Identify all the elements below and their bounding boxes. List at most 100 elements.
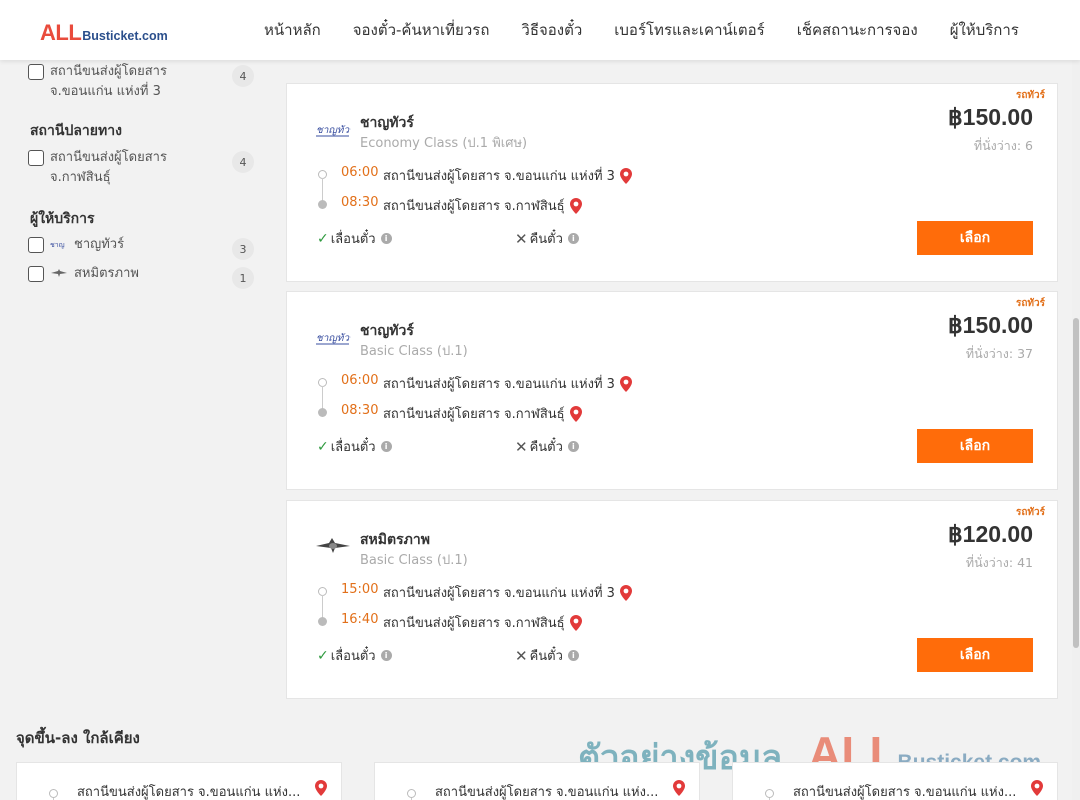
cross-icon: ✕: [515, 437, 528, 456]
map-pin-icon[interactable]: [569, 197, 582, 214]
nearby-stop-card[interactable]: สถานีขนส่งผู้โดยสาร จ.ขอนแก่น แห่ง...: [732, 762, 1058, 800]
operator-checkbox[interactable]: [28, 237, 44, 253]
depart-station-text: สถานีขนส่งผู้โดยสาร จ.ขอนแก่น แห่งที่ 3: [383, 377, 615, 392]
ticket-price: ฿150.00: [948, 104, 1033, 130]
arrive-station[interactable]: สถานีขนส่งผู้โดยสาร จ.กาฬสินธุ์: [383, 403, 582, 424]
info-icon[interactable]: i: [380, 650, 392, 661]
map-pin-icon[interactable]: [619, 584, 632, 601]
timeline-line: [322, 595, 323, 619]
select-trip-button[interactable]: เลือก: [917, 429, 1033, 463]
map-pin-icon[interactable]: [315, 780, 327, 796]
nav-book-search[interactable]: จองตั๋ว-ค้นหาเที่ยวรถ: [337, 18, 506, 42]
map-pin-icon[interactable]: [569, 614, 582, 631]
depart-station[interactable]: สถานีขนส่งผู้โดยสาร จ.ขอนแก่น แห่งที่ 3: [383, 373, 632, 394]
cross-icon: ✕: [515, 229, 528, 248]
nav-how-to-book[interactable]: วิธีจองตั๋ว: [505, 18, 598, 42]
arrive-time: 08:30: [341, 195, 379, 210]
nav-home[interactable]: หน้าหลัก: [248, 18, 337, 42]
depart-time: 15:00: [341, 582, 379, 597]
logo-rest-text: Busticket.com: [82, 29, 168, 43]
nav-operators[interactable]: ผู้ให้บริการ: [934, 18, 1035, 42]
info-icon[interactable]: i: [380, 233, 392, 244]
arrive-time: 16:40: [341, 612, 379, 627]
depart-station[interactable]: สถานีขนส่งผู้โดยสาร จ.ขอนแก่น แห่งที่ 3: [383, 165, 632, 186]
map-pin-icon[interactable]: [569, 405, 582, 422]
stop-dot-icon: [407, 789, 416, 798]
depart-time: 06:00: [341, 165, 379, 180]
refund-label: คืนตั๋ว: [529, 649, 563, 664]
page-scrollbar[interactable]: [1072, 60, 1080, 800]
top-header: ALL Busticket.com หน้าหลัก จองตั๋ว-ค้นหา…: [0, 0, 1080, 60]
nearby-stops-title: จุดขึ้น-ลง ใกล้เคียง: [16, 729, 140, 747]
filter-operator-item[interactable]: ชาญ ชาญทัวร์ 3: [28, 235, 254, 260]
reschedule-label: เลื่อนตั๋ว: [330, 232, 376, 247]
site-logo[interactable]: ALL Busticket.com: [40, 20, 168, 46]
nearby-stop-card[interactable]: สถานีขนส่งผู้โดยสาร จ.ขอนแก่น แห่ง...: [16, 762, 342, 800]
cross-icon: ✕: [515, 646, 528, 665]
svg-text:ชาญ: ชาญ: [50, 241, 65, 249]
info-icon[interactable]: i: [380, 441, 392, 452]
bus-type-tag: รถทัวร์: [1015, 90, 1045, 101]
trip-card: รถทัวร์ ชาญทัวร์ ชาญทัวร์ Economy Class …: [286, 83, 1058, 282]
main-nav: หน้าหลัก จองตั๋ว-ค้นหาเที่ยวรถ วิธีจองตั…: [248, 0, 1035, 60]
refund-policy[interactable]: ✕ คืนตั๋ว i: [515, 228, 579, 249]
reschedule-policy[interactable]: ✓ เลื่อนตั๋ว i: [317, 436, 392, 457]
select-trip-button[interactable]: เลือก: [917, 638, 1033, 672]
seats-available: ที่นั่งว่าง: 37: [965, 346, 1033, 361]
reschedule-policy[interactable]: ✓ เลื่อนตั๋ว i: [317, 228, 392, 249]
chantour-logo-icon: ชาญทัวร์: [316, 124, 351, 137]
ticket-price: ฿120.00: [948, 521, 1033, 547]
operator-count-badge: 1: [232, 267, 254, 289]
info-icon[interactable]: i: [567, 441, 579, 452]
filter-operator-item[interactable]: สหมิตรภาพ 1: [28, 264, 254, 289]
operator-checkbox[interactable]: [28, 266, 44, 282]
filter-origin-item[interactable]: สถานีขนส่งผู้โดยสาร จ.ขอนแก่น แห่งที่ 3 …: [28, 62, 254, 102]
map-pin-icon[interactable]: [619, 167, 632, 184]
arrive-station[interactable]: สถานีขนส่งผู้โดยสาร จ.กาฬสินธุ์: [383, 195, 582, 216]
check-icon: ✓: [317, 647, 329, 664]
reschedule-label: เลื่อนตั๋ว: [330, 649, 376, 664]
destination-heading: สถานีปลายทาง: [30, 123, 122, 139]
origin-label: สถานีขนส่งผู้โดยสาร จ.ขอนแก่น แห่งที่ 3: [50, 64, 167, 99]
svg-text:ชาญทัวร์: ชาญทัวร์: [316, 332, 351, 344]
select-trip-button[interactable]: เลือก: [917, 221, 1033, 255]
refund-policy[interactable]: ✕ คืนตั๋ว i: [515, 645, 579, 666]
timeline-line: [322, 386, 323, 410]
nearby-stop-card[interactable]: สถานีขนส่งผู้โดยสาร จ.ขอนแก่น แห่ง...: [374, 762, 700, 800]
depart-station[interactable]: สถานีขนส่งผู้โดยสาร จ.ขอนแก่น แห่งที่ 3: [383, 582, 632, 603]
operator-count-badge: 3: [232, 238, 254, 260]
refund-policy[interactable]: ✕ คืนตั๋ว i: [515, 436, 579, 457]
seats-available: ที่นั่งว่าง: 41: [965, 555, 1033, 570]
trip-card: รถทัวร์ ชาญทัวร์ ชาญทัวร์ Basic Class (ป…: [286, 291, 1058, 490]
operator-label: สหมิตรภาพ: [74, 266, 139, 281]
origin-count-badge: 4: [232, 65, 254, 87]
nearby-stop-name: สถานีขนส่งผู้โดยสาร จ.ขอนแก่น แห่ง...: [793, 785, 1017, 800]
bus-class: Basic Class (ป.1): [360, 553, 468, 568]
info-icon[interactable]: i: [567, 233, 579, 244]
bus-type-tag: รถทัวร์: [1015, 298, 1045, 309]
nav-contact-counters[interactable]: เบอร์โทรและเคาน์เตอร์: [598, 18, 780, 42]
reschedule-policy[interactable]: ✓ เลื่อนตั๋ว i: [317, 645, 392, 666]
info-icon[interactable]: i: [567, 650, 579, 661]
map-pin-icon[interactable]: [673, 780, 685, 796]
destination-count-badge: 4: [232, 151, 254, 173]
trip-card: รถทัวร์ สหมิตรภาพ Basic Class (ป.1) ฿120…: [286, 500, 1058, 699]
origin-checkbox[interactable]: [28, 64, 44, 80]
logo-all-text: ALL: [40, 20, 82, 45]
check-icon: ✓: [317, 438, 329, 455]
arrive-station-text: สถานีขนส่งผู้โดยสาร จ.กาฬสินธุ์: [383, 616, 565, 631]
nav-check-booking[interactable]: เช็คสถานะการจอง: [781, 18, 934, 42]
arrive-station[interactable]: สถานีขนส่งผู้โดยสาร จ.กาฬสินธุ์: [383, 612, 582, 633]
map-pin-icon[interactable]: [619, 375, 632, 392]
reschedule-label: เลื่อนตั๋ว: [330, 440, 376, 455]
scrollbar-thumb[interactable]: [1073, 318, 1079, 648]
stop-dot-icon: [49, 789, 58, 798]
destination-checkbox[interactable]: [28, 150, 44, 166]
nearby-stop-name: สถานีขนส่งผู้โดยสาร จ.ขอนแก่น แห่ง...: [77, 785, 301, 800]
depart-station-text: สถานีขนส่งผู้โดยสาร จ.ขอนแก่น แห่งที่ 3: [383, 586, 615, 601]
timeline-line: [322, 178, 323, 202]
map-pin-icon[interactable]: [1031, 780, 1043, 796]
filter-destination-item[interactable]: สถานีขนส่งผู้โดยสาร จ.กาฬสินธุ์ 4: [28, 148, 254, 188]
arrive-dot-icon: [318, 200, 327, 209]
seats-available: ที่นั่งว่าง: 6: [973, 138, 1033, 153]
